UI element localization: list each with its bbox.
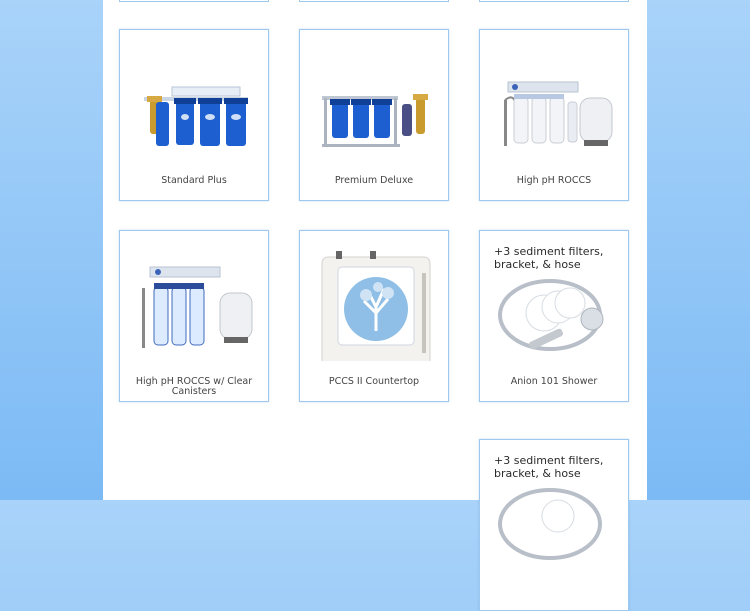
product-card-high-ph-roccs[interactable]: High pH ROCCS [479, 29, 629, 201]
triple-blue-filter-image[interactable] [128, 42, 260, 160]
product-grid-page: Standard Plus Premium Deluxe High pH ROC… [103, 0, 647, 611]
product-card-premium-deluxe[interactable]: Premium Deluxe [299, 29, 449, 201]
shower-filter-kit-image[interactable] [488, 452, 620, 570]
product-name[interactable]: Premium Deluxe [304, 176, 444, 186]
reverse-osmosis-system-image[interactable] [488, 42, 620, 160]
product-name[interactable]: PCCS II Countertop [304, 377, 444, 387]
product-card-shower-kit[interactable]: +3 sediment filters, bracket, & hose [479, 439, 629, 611]
previous-row-card[interactable] [299, 0, 449, 2]
product-name[interactable]: High pH ROCCS w/ Clear Canisters [124, 377, 264, 397]
product-card-pccs-ii-countertop[interactable]: PCCS II Countertop [299, 230, 449, 402]
previous-row-card[interactable] [479, 0, 629, 2]
product-card-anion-101-shower[interactable]: +3 sediment filters, bracket, & hose Ani… [479, 230, 629, 402]
product-name[interactable]: High pH ROCCS [484, 176, 624, 186]
previous-row-card[interactable] [119, 0, 269, 2]
countertop-ionizer-image[interactable] [308, 243, 440, 361]
product-name[interactable]: Anion 101 Shower [484, 377, 624, 387]
product-card-standard-plus[interactable]: Standard Plus [119, 29, 269, 201]
clear-canister-ro-image[interactable] [128, 243, 260, 361]
product-card-high-ph-roccs-clear[interactable]: High pH ROCCS w/ Clear Canisters [119, 230, 269, 402]
product-name[interactable]: Standard Plus [124, 176, 264, 186]
stand-filter-system-image[interactable] [308, 42, 440, 160]
shower-filter-kit-image[interactable] [488, 243, 620, 361]
